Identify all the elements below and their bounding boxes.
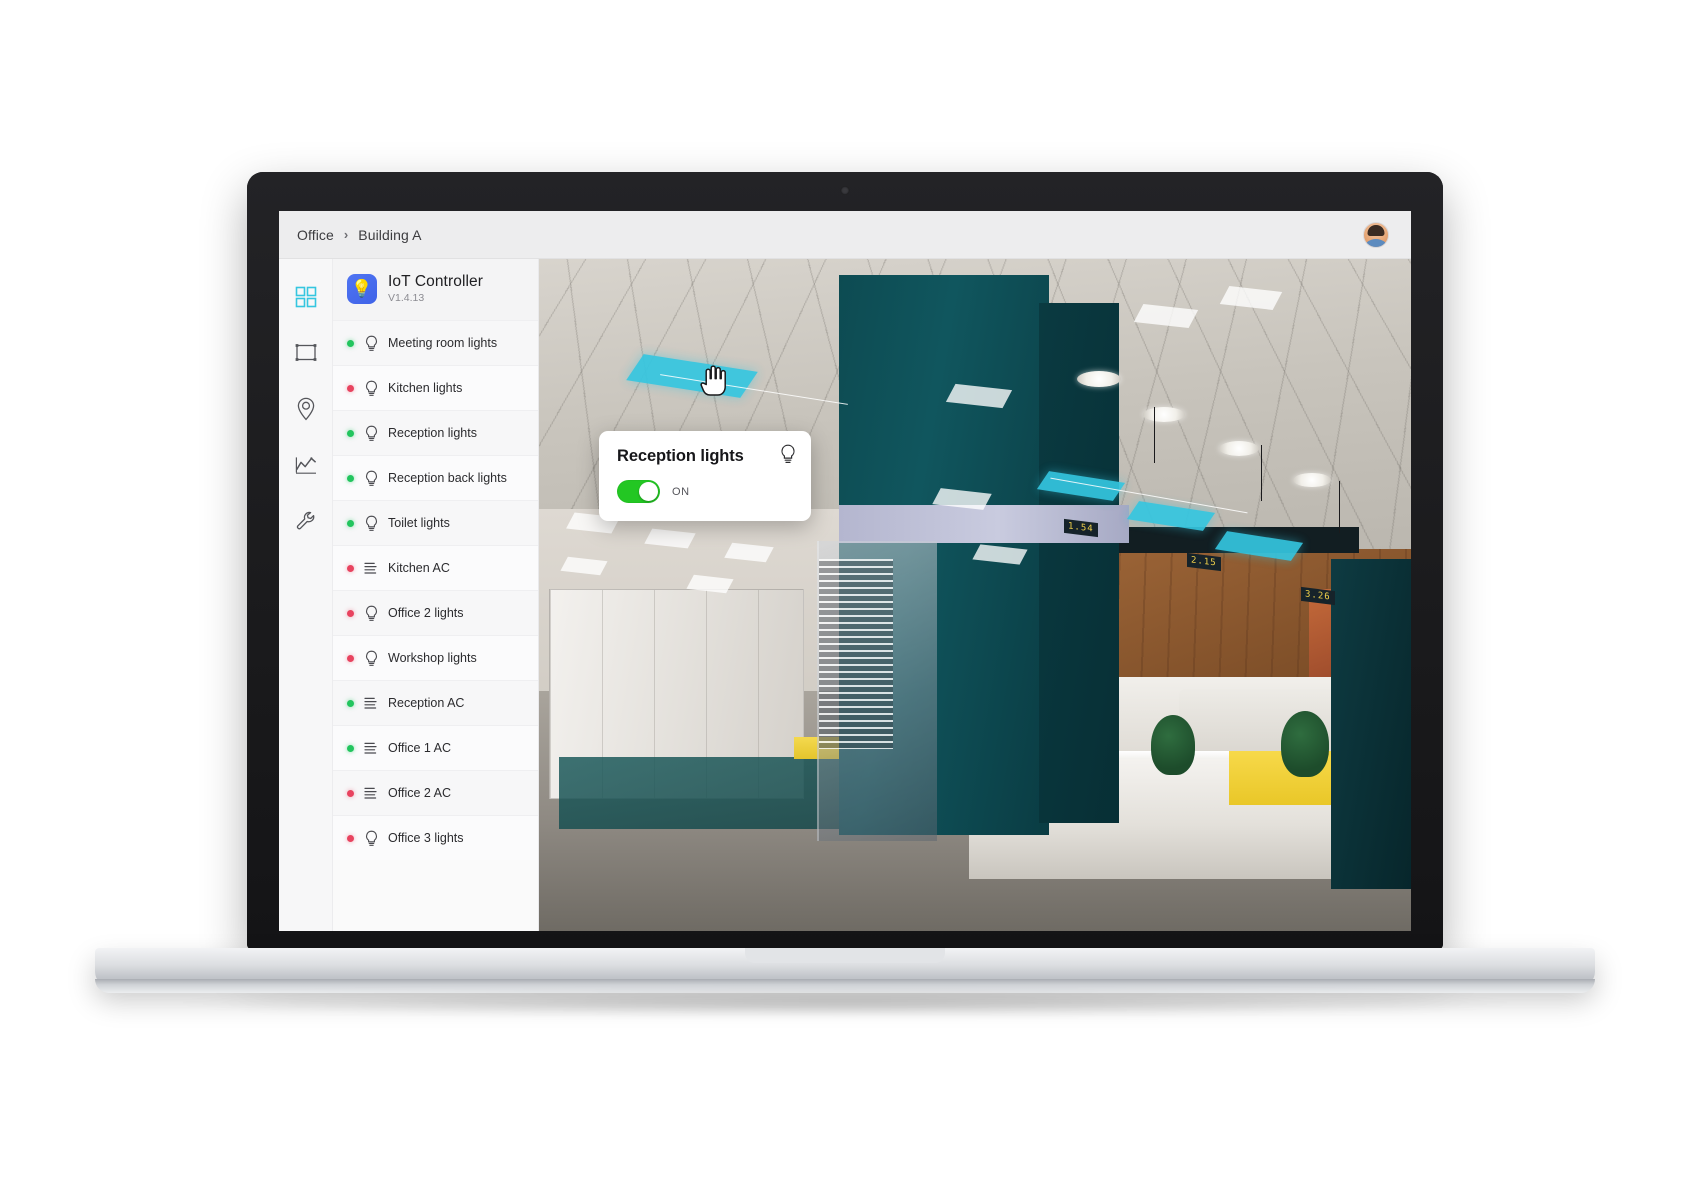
device-label: Reception lights <box>388 426 477 440</box>
app-name: IoT Controller <box>388 273 484 290</box>
breadcrumb-separator-icon: › <box>343 227 349 242</box>
bulb-icon <box>363 425 379 441</box>
device-label: Kitchen AC <box>388 561 450 575</box>
status-dot <box>347 339 354 347</box>
device-list-item[interactable]: Reception back lights <box>333 455 538 500</box>
device-list-item[interactable]: Toilet lights <box>333 500 538 545</box>
device-list-item[interactable]: Office 3 lights <box>333 815 538 860</box>
device-label: Reception AC <box>388 696 465 710</box>
ac-icon <box>363 695 379 711</box>
laptop-base-notch <box>745 948 945 963</box>
ac-icon <box>363 785 379 801</box>
laptop-screen: Office › Building A 💡 IoT Controller V1.… <box>279 211 1411 931</box>
webcam-icon <box>840 186 850 195</box>
line-chart-icon <box>294 455 318 480</box>
breadcrumb-current[interactable]: Building A <box>358 227 421 243</box>
screenshot-root: Office › Building A 💡 IoT Controller V1.… <box>0 0 1690 1201</box>
avatar[interactable] <box>1363 221 1389 248</box>
status-dot <box>347 654 354 662</box>
device-popup-card[interactable]: Reception lights ON <box>599 431 811 521</box>
toggle-knob <box>639 482 658 501</box>
device-label: Office 2 lights <box>388 606 464 620</box>
device-list-panel: 💡 IoT Controller V1.4.13 Meeting room li… <box>333 259 539 931</box>
device-list-item[interactable]: Office 2 lights <box>333 590 538 635</box>
ac-icon <box>363 740 379 756</box>
bulb-outline-icon <box>779 444 797 464</box>
office-render: 1.54 2.15 3.26 <box>539 259 1411 931</box>
device-list-item[interactable]: Reception lights <box>333 410 538 455</box>
device-list-item[interactable]: Meeting room lights <box>333 320 538 365</box>
toggle-state-label: ON <box>672 485 690 498</box>
location-pin-icon <box>296 397 316 426</box>
status-dot <box>347 609 354 617</box>
device-label: Office 2 AC <box>388 786 451 800</box>
device-list-item[interactable]: Reception AC <box>333 680 538 725</box>
status-dot <box>347 384 354 392</box>
device-list-item[interactable]: Office 1 AC <box>333 725 538 770</box>
status-dot <box>347 744 354 752</box>
popup-toggle-row: ON <box>617 480 795 503</box>
rail-item-floorplan[interactable] <box>292 341 320 369</box>
device-list: Meeting room lights Kitchen lights Recepti… <box>333 320 538 860</box>
device-label: Reception back lights <box>388 471 507 485</box>
device-label: Kitchen lights <box>388 381 463 395</box>
lightbulb-app-icon: 💡 <box>347 273 377 304</box>
device-label: Toilet lights <box>388 516 450 530</box>
ac-icon <box>363 560 379 576</box>
device-list-item[interactable]: Kitchen lights <box>333 365 538 410</box>
status-dot <box>347 474 354 482</box>
app-title-row: 💡 IoT Controller V1.4.13 <box>333 259 538 320</box>
status-dot <box>347 564 354 572</box>
rectangle-icon <box>295 343 317 368</box>
bulb-icon <box>363 650 379 666</box>
device-list-item[interactable]: Workshop lights <box>333 635 538 680</box>
rail-item-dashboard[interactable] <box>292 285 320 313</box>
wrench-icon <box>295 510 317 537</box>
popup-title: Reception lights <box>617 447 744 465</box>
device-list-item[interactable]: Kitchen AC <box>333 545 538 590</box>
rail-item-settings[interactable] <box>292 509 320 537</box>
icon-rail <box>279 259 333 931</box>
app-body: 💡 IoT Controller V1.4.13 Meeting room li… <box>279 259 1411 931</box>
status-dot <box>347 519 354 527</box>
bulb-icon <box>363 830 379 846</box>
laptop-shadow <box>150 990 1540 1016</box>
power-toggle[interactable] <box>617 480 660 503</box>
bulb-icon <box>363 515 379 531</box>
status-dot <box>347 834 354 842</box>
device-label: Office 3 lights <box>388 831 464 845</box>
bulb-icon <box>363 605 379 621</box>
app-header: Office › Building A <box>279 211 1411 259</box>
bulb-icon <box>363 380 379 396</box>
status-dot <box>347 429 354 437</box>
grid-icon <box>295 286 317 313</box>
device-label: Office 1 AC <box>388 741 451 755</box>
app-version: V1.4.13 <box>388 292 425 304</box>
scene-viewport[interactable]: 1.54 2.15 3.26 Reception lights ON <box>539 259 1411 931</box>
rail-item-analytics[interactable] <box>292 453 320 481</box>
bulb-icon <box>363 335 379 351</box>
status-dot <box>347 789 354 797</box>
device-label: Workshop lights <box>388 651 477 665</box>
bulb-icon <box>363 470 379 486</box>
rail-item-locations[interactable] <box>292 397 320 425</box>
status-dot <box>347 699 354 707</box>
device-list-item[interactable]: Office 2 AC <box>333 770 538 815</box>
breadcrumb-root[interactable]: Office <box>297 227 334 243</box>
device-label: Meeting room lights <box>388 336 498 350</box>
